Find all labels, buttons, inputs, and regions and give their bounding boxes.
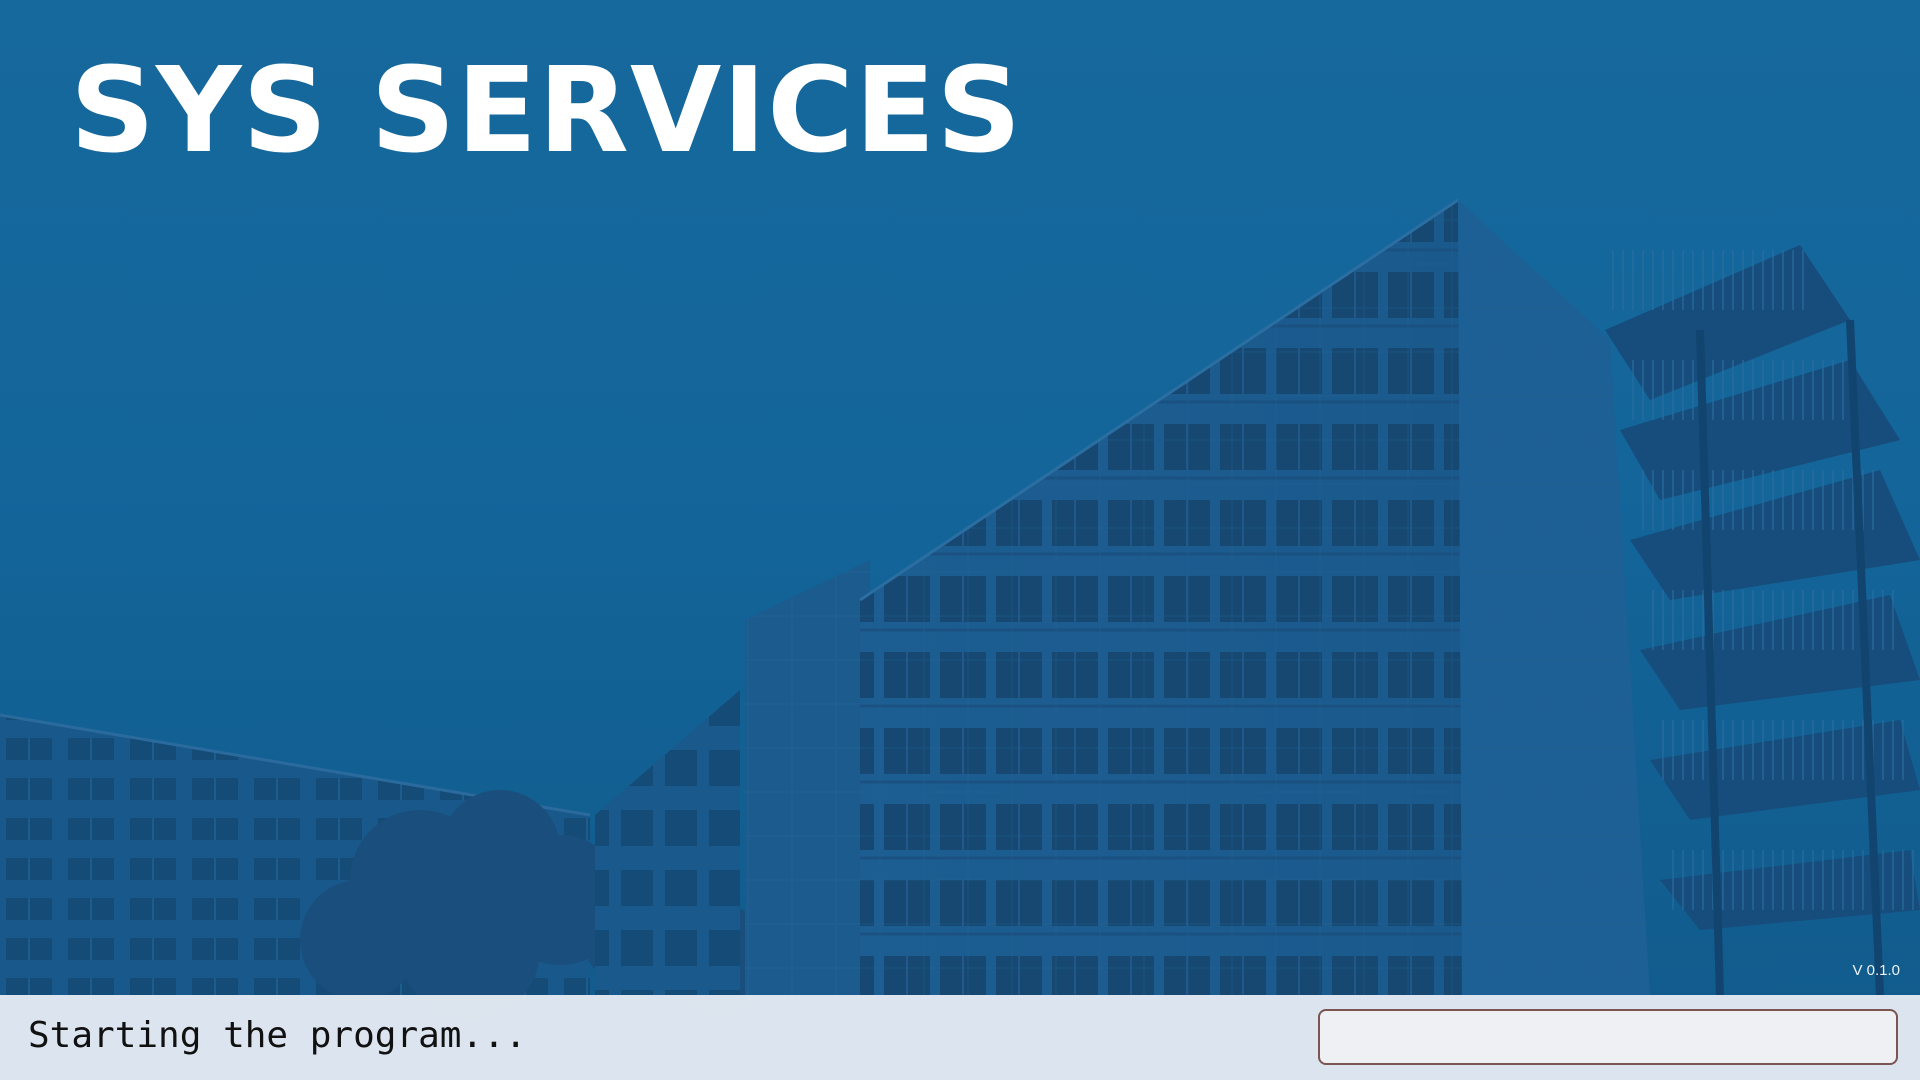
- splash-screen: SYS SERVICES V 0.1.0 Starting the progra…: [0, 0, 1920, 1080]
- status-message: Starting the program...: [28, 1015, 527, 1056]
- status-bar: Starting the program...: [0, 995, 1920, 1080]
- version-label: V 0.1.0: [1852, 962, 1900, 979]
- app-title: SYS SERVICES: [70, 41, 1023, 179]
- progress-bar: [1318, 1009, 1898, 1065]
